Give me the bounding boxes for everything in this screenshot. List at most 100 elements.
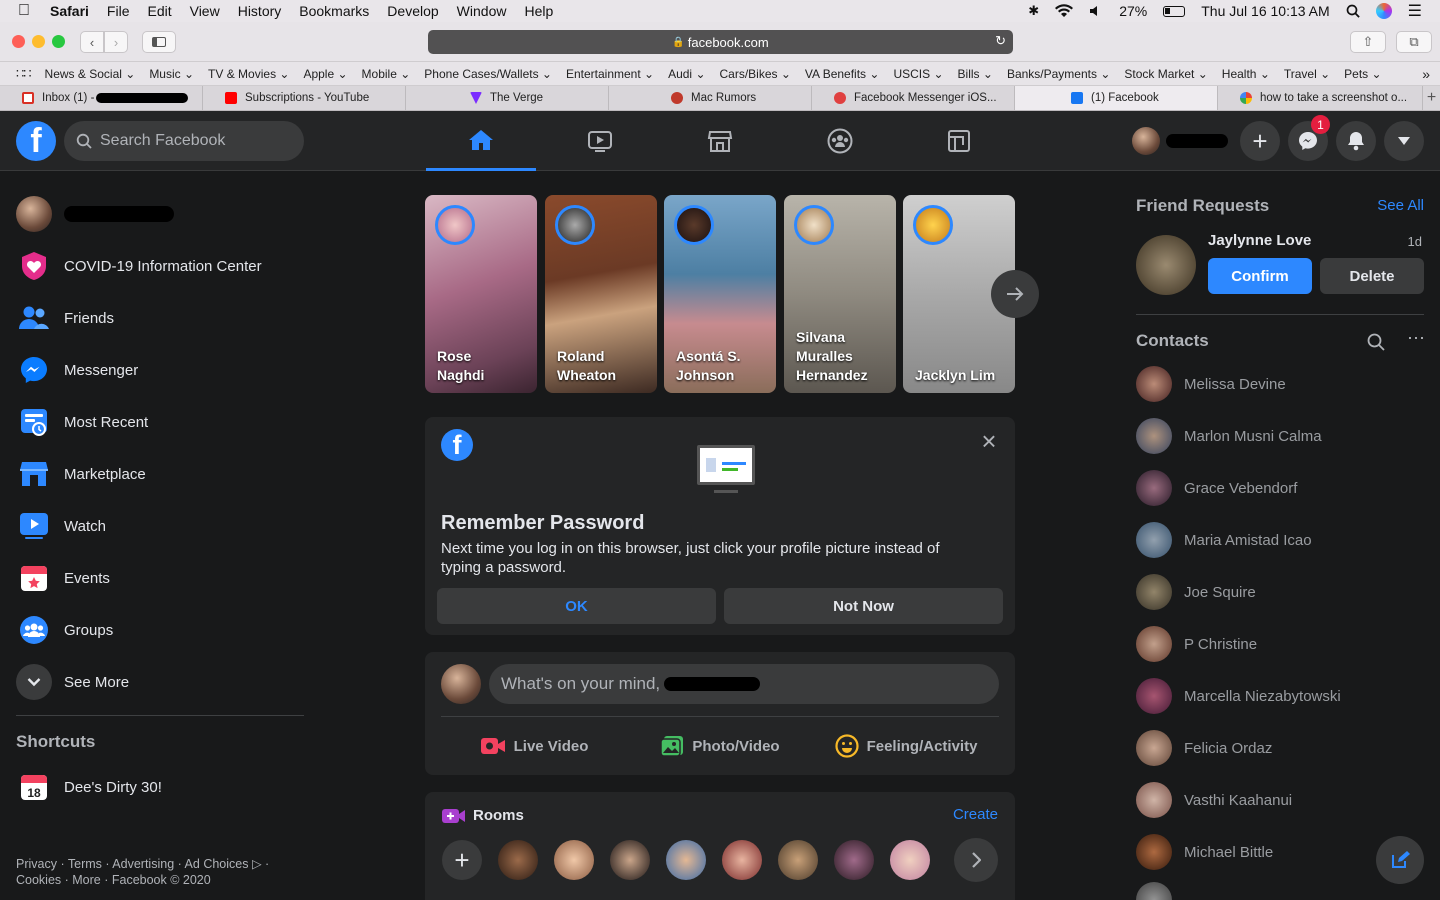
bookmark-folder[interactable]: VA Benefits ⌄ bbox=[805, 67, 880, 81]
bookmark-folder[interactable]: Mobile ⌄ bbox=[362, 67, 411, 81]
browser-tab[interactable]: Mac Rumors bbox=[609, 86, 812, 110]
browser-tab-active[interactable]: (1) Facebook bbox=[1015, 86, 1218, 110]
not-now-button[interactable]: Not Now bbox=[724, 588, 1003, 624]
browser-tab[interactable]: how to take a screenshot o... bbox=[1218, 86, 1423, 110]
bookmark-folder[interactable]: Phone Cases/Wallets ⌄ bbox=[424, 67, 552, 81]
bookmark-folder[interactable]: Cars/Bikes ⌄ bbox=[720, 67, 791, 81]
bookmark-folder[interactable]: Bills ⌄ bbox=[958, 67, 993, 81]
sidebar-item-covid[interactable]: COVID-19 Information Center bbox=[16, 244, 262, 288]
sidebar-item-watch[interactable]: Watch bbox=[16, 504, 106, 548]
share-button[interactable]: ⇧ bbox=[1350, 31, 1386, 53]
wifi-icon[interactable] bbox=[1055, 4, 1074, 18]
story-card[interactable]: Asontá S. Johnson bbox=[664, 195, 776, 393]
friend-request-avatar[interactable] bbox=[1136, 235, 1196, 295]
room-friend-avatar[interactable] bbox=[778, 840, 818, 880]
menu-develop[interactable]: Develop bbox=[387, 3, 438, 19]
menu-history[interactable]: History bbox=[238, 3, 282, 19]
bookmark-folder[interactable]: Stock Market ⌄ bbox=[1124, 67, 1207, 81]
story-card[interactable]: Silvana Muralles Hernandez bbox=[784, 195, 896, 393]
bookmark-folder[interactable]: Travel ⌄ bbox=[1284, 67, 1330, 81]
contact-item[interactable]: P Christine bbox=[1136, 622, 1257, 666]
contact-item[interactable]: Grace Vebendorf bbox=[1136, 466, 1297, 510]
sidebar-item-events[interactable]: Events bbox=[16, 556, 110, 600]
more-options-icon[interactable]: ⋯ bbox=[1407, 328, 1425, 349]
bookmark-folder[interactable]: Pets ⌄ bbox=[1344, 67, 1381, 81]
new-tab-button[interactable]: + bbox=[1423, 86, 1440, 110]
bookmark-folder[interactable]: Audi ⌄ bbox=[668, 67, 705, 81]
sidebar-item-friends[interactable]: Friends bbox=[16, 296, 114, 340]
search-contacts-icon[interactable] bbox=[1367, 333, 1385, 351]
nav-gaming[interactable] bbox=[904, 111, 1014, 171]
bookmark-folder[interactable]: TV & Movies ⌄ bbox=[208, 67, 289, 81]
contact-item[interactable]: Michael Bittle bbox=[1136, 830, 1273, 874]
ok-button[interactable]: OK bbox=[437, 588, 716, 624]
sidebar-item-profile[interactable] bbox=[16, 192, 174, 236]
minimize-window-button[interactable] bbox=[32, 35, 45, 48]
browser-tab[interactable]: Subscriptions - YouTube bbox=[203, 86, 406, 110]
browser-tab[interactable]: The Verge bbox=[406, 86, 609, 110]
tab-overview-button[interactable]: ⧉ bbox=[1396, 31, 1432, 53]
nav-groups[interactable] bbox=[785, 111, 895, 171]
search-input[interactable]: Search Facebook bbox=[64, 121, 304, 161]
battery-icon[interactable] bbox=[1163, 5, 1186, 17]
address-bar[interactable]: 🔒 facebook.com ↻ bbox=[428, 30, 1013, 54]
contact-item-partial[interactable] bbox=[1136, 882, 1184, 900]
room-friend-avatar[interactable] bbox=[498, 840, 538, 880]
bookmark-folder[interactable]: Banks/Payments ⌄ bbox=[1007, 67, 1110, 81]
stories-next-button[interactable] bbox=[991, 270, 1039, 318]
contact-item[interactable]: Joe Squire bbox=[1136, 570, 1256, 614]
room-friend-avatar[interactable] bbox=[722, 840, 762, 880]
volume-icon[interactable] bbox=[1089, 4, 1103, 18]
contact-item[interactable]: Marlon Musni Calma bbox=[1136, 414, 1322, 458]
sidebar-item-marketplace[interactable]: Marketplace bbox=[16, 452, 146, 496]
profile-chip[interactable] bbox=[1128, 125, 1228, 157]
footer-links[interactable]: Privacy · Terms · Advertising · Ad Choic… bbox=[16, 856, 269, 888]
menu-edit[interactable]: Edit bbox=[147, 3, 171, 19]
live-video-button[interactable]: Live Video bbox=[441, 726, 627, 766]
bookmark-folder[interactable]: Music ⌄ bbox=[149, 67, 194, 81]
close-icon[interactable]: × bbox=[977, 428, 1001, 454]
create-room-button[interactable]: + bbox=[442, 840, 482, 880]
more-bookmarks-icon[interactable]: » bbox=[1422, 66, 1430, 82]
bookmark-folder[interactable]: News & Social ⌄ bbox=[45, 67, 136, 81]
bookmark-folder[interactable]: USCIS ⌄ bbox=[893, 67, 943, 81]
back-button[interactable]: ‹ bbox=[80, 31, 104, 53]
forward-button[interactable]: › bbox=[104, 31, 128, 53]
menu-window[interactable]: Window bbox=[457, 3, 507, 19]
top-sites-grid-icon[interactable]: ∷∷ bbox=[16, 66, 32, 82]
siri-icon[interactable] bbox=[1375, 3, 1392, 19]
clock[interactable]: Thu Jul 16 10:13 AM bbox=[1201, 3, 1329, 19]
room-friend-avatar[interactable] bbox=[610, 840, 650, 880]
account-menu-button[interactable] bbox=[1384, 121, 1424, 161]
room-friend-avatar[interactable] bbox=[890, 840, 930, 880]
menu-bookmarks[interactable]: Bookmarks bbox=[299, 3, 369, 19]
zoom-window-button[interactable] bbox=[52, 35, 65, 48]
nav-marketplace[interactable] bbox=[665, 111, 775, 171]
feeling-activity-button[interactable]: Feeling/Activity bbox=[813, 726, 999, 766]
bookmark-folder[interactable]: Entertainment ⌄ bbox=[566, 67, 654, 81]
browser-tab[interactable]: Facebook Messenger iOS... bbox=[812, 86, 1015, 110]
sidebar-item-groups[interactable]: Groups bbox=[16, 608, 113, 652]
menu-file[interactable]: File bbox=[107, 3, 130, 19]
room-friend-avatar[interactable] bbox=[554, 840, 594, 880]
spotlight-icon[interactable] bbox=[1346, 4, 1360, 18]
new-message-button[interactable] bbox=[1376, 836, 1424, 884]
contact-item[interactable]: Vasthi Kaahanui bbox=[1136, 778, 1292, 822]
whats-on-your-mind-input[interactable]: What's on your mind, bbox=[489, 664, 999, 704]
see-all-link[interactable]: See All bbox=[1377, 197, 1424, 214]
sidebar-toggle-button[interactable] bbox=[142, 31, 176, 53]
facebook-logo-icon[interactable]: f bbox=[16, 121, 56, 161]
nav-watch[interactable] bbox=[545, 111, 655, 171]
delete-button[interactable]: Delete bbox=[1320, 258, 1424, 294]
bookmark-folder[interactable]: Apple ⌄ bbox=[303, 67, 347, 81]
friend-request-name[interactable]: Jaylynne Love bbox=[1208, 232, 1311, 249]
menu-view[interactable]: View bbox=[190, 3, 220, 19]
sidebar-see-more[interactable]: See More bbox=[16, 660, 129, 704]
create-button[interactable]: + bbox=[1240, 121, 1280, 161]
contact-item[interactable]: Felicia Ordaz bbox=[1136, 726, 1272, 770]
shortcut-item[interactable]: 18 Dee's Dirty 30! bbox=[16, 765, 162, 809]
confirm-button[interactable]: Confirm bbox=[1208, 258, 1312, 294]
rooms-next-button[interactable] bbox=[954, 838, 998, 882]
bookmark-folder[interactable]: Health ⌄ bbox=[1222, 67, 1270, 81]
apple-menu-icon[interactable]:  bbox=[18, 2, 30, 20]
